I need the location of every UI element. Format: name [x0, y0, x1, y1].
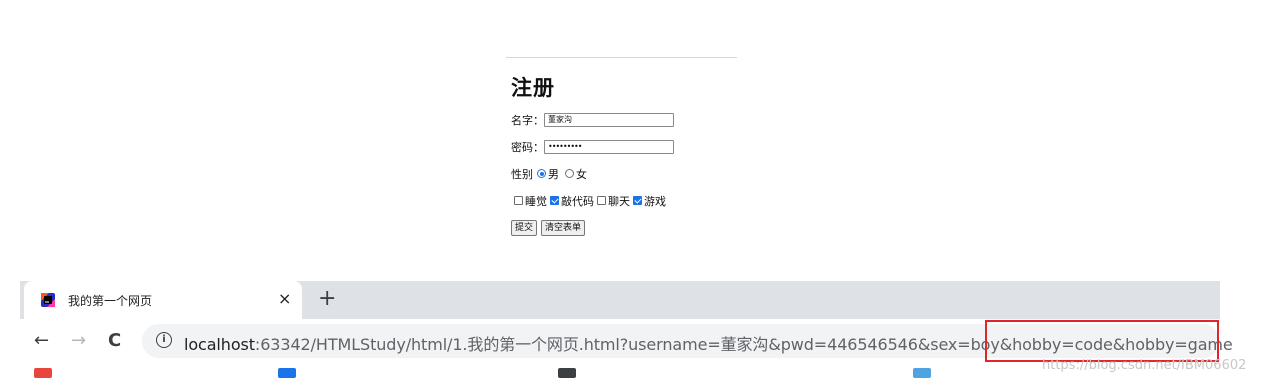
horizontal-rule: [506, 57, 737, 58]
checkbox-code-label: 敲代码: [561, 194, 594, 208]
webstorm-favicon-icon: [41, 293, 55, 307]
checkbox-game[interactable]: [633, 196, 642, 205]
password-label: 密码：: [511, 140, 544, 154]
forward-arrow-icon[interactable]: →: [71, 331, 86, 351]
name-row: 名字： 董家沟: [511, 106, 751, 133]
new-tab-icon[interactable]: +: [318, 287, 336, 311]
bookmark-icon[interactable]: [278, 368, 296, 378]
username-input[interactable]: 董家沟: [544, 112, 674, 127]
highlight-box: [985, 320, 1219, 362]
button-row: 提交 清空表单: [511, 214, 751, 241]
tab-active[interactable]: 我的第一个网页 ×: [24, 281, 302, 319]
submit-button[interactable]: 提交: [511, 219, 538, 236]
checkbox-chat[interactable]: [597, 196, 606, 205]
bookmark-icon[interactable]: [558, 368, 576, 378]
form-title: 注册: [511, 76, 555, 100]
reset-button[interactable]: 清空表单: [541, 219, 586, 236]
hobby-row: 睡觉 敲代码 聊天 游戏: [511, 187, 751, 214]
url-host: localhost: [184, 335, 255, 354]
tab-strip: 我的第一个网页 × +: [20, 281, 1220, 319]
radio-female[interactable]: [565, 169, 574, 178]
radio-male-label: 男: [548, 167, 559, 181]
reload-icon[interactable]: C: [108, 331, 121, 351]
radio-female-label: 女: [576, 167, 587, 181]
checkbox-sleep-label: 睡觉: [525, 194, 547, 208]
register-form: 注册 名字： 董家沟 密码： ••••••••• 性别 男 女 睡觉 敲代码 聊…: [511, 72, 751, 241]
radio-male[interactable]: [537, 169, 546, 178]
back-arrow-icon[interactable]: ←: [34, 331, 49, 351]
tab-title: 我的第一个网页: [68, 294, 153, 308]
password-row: 密码： •••••••••: [511, 133, 751, 160]
checkbox-code[interactable]: [550, 196, 559, 205]
checkbox-game-label: 游戏: [644, 194, 666, 208]
password-input[interactable]: •••••••••: [544, 139, 674, 154]
site-info-icon[interactable]: i: [156, 332, 172, 348]
checkbox-sleep[interactable]: [514, 196, 523, 205]
watermark: https://blog.csdn.net/IBM06602: [1042, 358, 1247, 373]
sex-row: 性别 男 女: [511, 160, 751, 187]
checkbox-chat-label: 聊天: [608, 194, 630, 208]
bookmark-icon[interactable]: [34, 368, 52, 378]
tab-close-icon[interactable]: ×: [278, 289, 291, 309]
bookmark-icon[interactable]: [913, 368, 931, 378]
name-label: 名字：: [511, 113, 544, 127]
sex-label: 性别: [511, 167, 533, 181]
screenshot: 注册 名字： 董家沟 密码： ••••••••• 性别 男 女 睡觉 敲代码 聊…: [0, 0, 1268, 385]
